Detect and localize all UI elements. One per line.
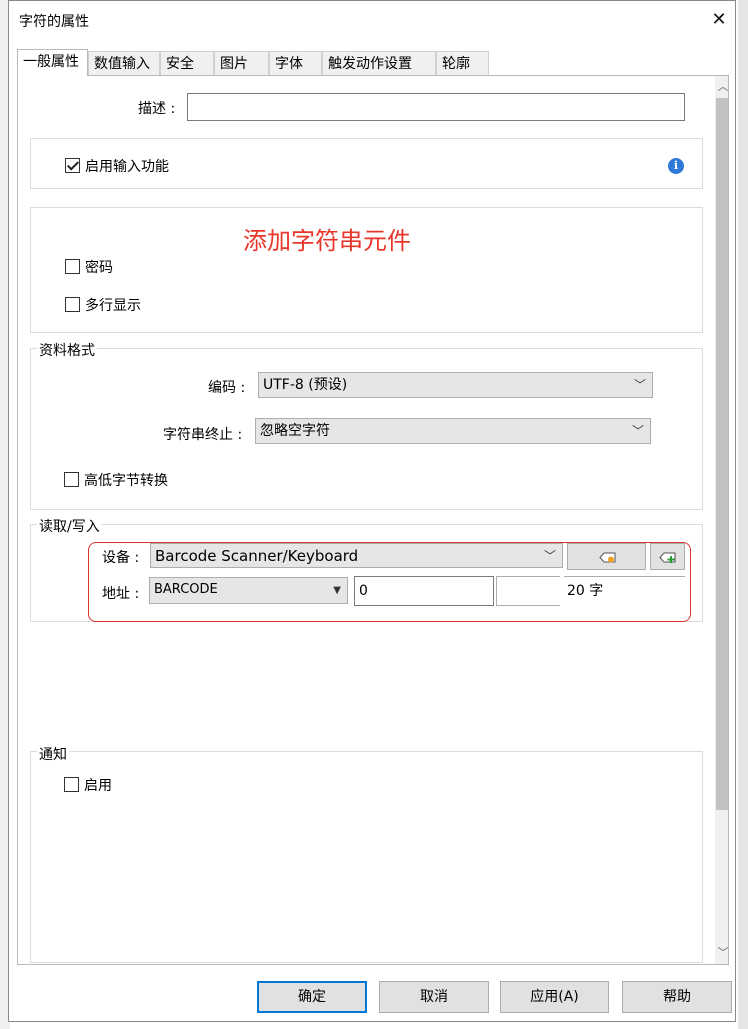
tab-label: 字体 (275, 56, 303, 72)
address-label: 地址 : (102, 586, 140, 602)
background-app-right (738, 0, 748, 1029)
address-type-select[interactable]: BARCODE ▼ (149, 577, 348, 604)
ok-label: 确定 (298, 989, 326, 1005)
terminator-label: 字符串终止 : (163, 427, 243, 443)
tab-label: 图片 (220, 56, 248, 72)
notification-enable-label: 启用 (84, 778, 112, 794)
password-checkbox[interactable] (65, 259, 80, 274)
window-title: 字符的属性 (19, 14, 89, 30)
close-icon[interactable]: ✕ (705, 7, 733, 33)
data-format-legend: 资料格式 (37, 340, 97, 360)
ok-button[interactable]: 确定 (257, 981, 367, 1013)
tab-label: 轮廓 (442, 56, 470, 72)
description-input[interactable] (187, 93, 685, 121)
tag-icon (599, 552, 616, 563)
tab-label: 一般属性 (23, 54, 79, 70)
tab-picture[interactable]: 图片 (214, 51, 269, 75)
read-write-legend: 读取/写入 (37, 516, 102, 536)
tab-label: 数值输入 (94, 56, 150, 72)
add-device-button[interactable] (650, 543, 685, 570)
tab-security[interactable]: 安全 (160, 51, 214, 75)
string-options-group: 添加字符串元件 密码 多行显示 (30, 207, 703, 333)
general-tab-panel: 描述 : 启用输入功能 i 添加字符串元件 密码 多行显示 资料格式 编码 : … (17, 75, 729, 965)
scroll-down-icon[interactable]: ﹀ (715, 944, 729, 962)
properties-dialog: 字符的属性 ✕ 一般属性 数值输入 安全 图片 字体 触发动作设置 轮廓 描述 … (8, 0, 736, 1022)
multiline-checkbox[interactable] (65, 297, 80, 312)
scrollbar-thumb[interactable] (716, 98, 728, 810)
cancel-button[interactable]: 取消 (379, 981, 489, 1013)
tab-label: 触发动作设置 (328, 56, 412, 72)
vertical-scrollbar[interactable]: ︿ ﹀ (715, 76, 729, 964)
device-value: Barcode Scanner/Keyboard (155, 547, 359, 565)
device-select[interactable]: Barcode Scanner/Keyboard ﹀ (150, 543, 563, 568)
password-label: 密码 (85, 260, 113, 276)
tag-add-icon (659, 552, 676, 563)
device-label: 设备 : (102, 550, 140, 566)
chevron-down-icon: ﹀ (633, 378, 646, 392)
address-type-value: BARCODE (154, 582, 218, 597)
cancel-label: 取消 (420, 989, 448, 1005)
dropdown-arrow-icon: ▼ (333, 585, 341, 596)
tab-trigger-actions[interactable]: 触发动作设置 (322, 51, 436, 75)
help-button[interactable]: 帮助 (622, 981, 732, 1013)
enable-input-checkbox[interactable] (65, 158, 80, 173)
apply-label: 应用(A) (530, 989, 579, 1005)
byte-swap-label: 高低字节转换 (84, 473, 168, 489)
length-field: 20 字 (564, 576, 685, 606)
multiline-label: 多行显示 (85, 298, 141, 314)
encoding-value: UTF-8 (预设) (263, 377, 348, 393)
tab-label: 安全 (166, 56, 194, 72)
encoding-select[interactable]: UTF-8 (预设) ﹀ (258, 372, 653, 398)
scroll-up-icon[interactable]: ︿ (715, 78, 729, 96)
apply-button[interactable]: 应用(A) (500, 981, 609, 1013)
notification-group (30, 751, 703, 963)
title-bar: 字符的属性 ✕ (9, 1, 735, 39)
tab-numeric-input[interactable]: 数值输入 (88, 51, 160, 75)
terminator-select[interactable]: 忽略空字符 ﹀ (255, 418, 651, 444)
description-label: 描述 : (138, 101, 176, 117)
notification-legend: 通知 (37, 744, 69, 764)
help-label: 帮助 (663, 989, 691, 1005)
notification-enable-checkbox[interactable] (64, 777, 79, 792)
enable-input-group: 启用输入功能 i (30, 138, 703, 189)
tab-general[interactable]: 一般属性 (17, 49, 88, 76)
address-input[interactable]: 0 (354, 576, 494, 606)
byte-swap-checkbox[interactable] (64, 472, 79, 487)
length-text: 20 字 (567, 583, 604, 599)
terminator-value: 忽略空字符 (260, 423, 330, 439)
chevron-down-icon: ﹀ (543, 549, 556, 563)
annotation-text: 添加字符串元件 (243, 227, 411, 255)
tab-outline[interactable]: 轮廓 (436, 51, 489, 75)
device-settings-button[interactable] (567, 543, 646, 570)
address-value: 0 (359, 583, 368, 599)
enable-input-label: 启用输入功能 (85, 159, 169, 175)
encoding-label: 编码 : (208, 380, 246, 396)
tab-font[interactable]: 字体 (269, 51, 322, 75)
chevron-down-icon: ﹀ (631, 424, 644, 438)
address-extra-field[interactable] (496, 576, 560, 606)
info-icon[interactable]: i (668, 158, 684, 174)
